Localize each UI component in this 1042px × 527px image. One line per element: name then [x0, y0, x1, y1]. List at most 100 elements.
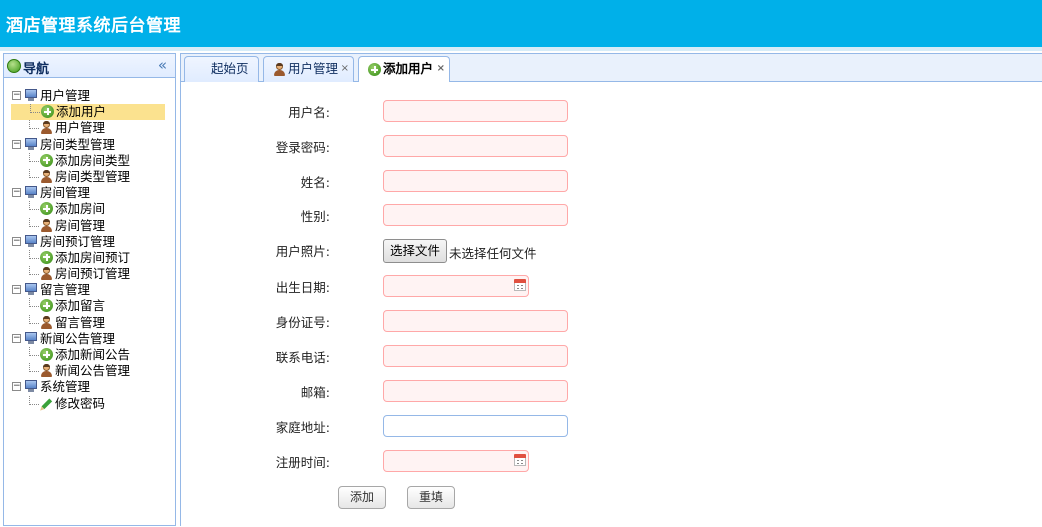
collapse-toggle-icon[interactable]: −	[12, 382, 21, 392]
tab-add-user[interactable]: 添加用户 ×	[358, 56, 450, 83]
choose-file-button[interactable]: 选择文件	[383, 239, 448, 263]
reset-button[interactable]: 重填	[407, 486, 455, 509]
tree-item[interactable]: 添加房间	[10, 201, 165, 217]
tab-user-management-label: 用户管理	[288, 61, 339, 76]
user-hair	[43, 218, 50, 222]
collapse-toggle-icon[interactable]: −	[12, 333, 21, 343]
tree-item-label: 添加房间类型	[55, 152, 131, 168]
user-icon	[40, 364, 53, 378]
computer-screen	[25, 186, 37, 196]
close-icon[interactable]: ×	[437, 57, 445, 81]
computer-stand	[28, 292, 34, 296]
tree-item-label: 房间管理	[55, 217, 106, 233]
computer-stand	[28, 243, 34, 247]
computer-screen	[25, 137, 37, 147]
collapse-toggle-icon[interactable]: −	[12, 285, 21, 295]
name-label: 姓名:	[300, 175, 330, 190]
tab-home[interactable]: 起始页	[184, 56, 259, 82]
tab-home-label: 起始页	[211, 61, 249, 76]
gender-label: 性别:	[300, 209, 330, 224]
computer-stand	[28, 340, 34, 344]
computer-icon	[24, 186, 38, 199]
address-label: 家庭地址:	[275, 420, 330, 435]
tree-item[interactable]: 添加新闻公告	[10, 347, 165, 363]
tree-connector	[29, 298, 39, 308]
birthday-input[interactable]	[383, 275, 529, 297]
computer-stand	[28, 146, 34, 150]
idcard-input[interactable]	[383, 310, 568, 332]
tree-item-label: 留言管理	[55, 314, 106, 330]
collapse-toggle-icon[interactable]: −	[12, 236, 21, 246]
user-hair	[43, 169, 50, 173]
add-button[interactable]: 添加	[338, 486, 386, 509]
password-input[interactable]	[383, 135, 568, 157]
add-icon	[41, 105, 54, 119]
tree-item[interactable]: 房间管理	[10, 217, 165, 234]
tree-item[interactable]: 用户管理	[10, 120, 165, 136]
tree-item[interactable]: 添加用户	[11, 104, 165, 121]
add-icon	[368, 63, 381, 76]
tree-item[interactable]: 房间类型管理	[10, 168, 165, 185]
tree-item-label: 房间预订管理	[55, 266, 131, 282]
tree-group[interactable]: − 房间预订管理	[10, 234, 165, 250]
tree-group[interactable]: − 房间管理	[10, 185, 165, 201]
tree-item[interactable]: 添加留言	[10, 298, 165, 314]
tree-item[interactable]: 添加房间类型	[10, 152, 165, 169]
tree-item-label: 添加用户	[56, 104, 107, 120]
globe-icon	[7, 59, 21, 73]
regtime-input[interactable]	[383, 450, 529, 472]
user-icon	[40, 218, 53, 232]
collapse-icon[interactable]: «	[158, 56, 167, 74]
computer-screen	[25, 283, 37, 293]
email-input[interactable]	[383, 380, 568, 402]
photo-label: 用户照片:	[275, 244, 330, 259]
phone-input[interactable]	[383, 345, 568, 367]
header-divider	[0, 47, 1042, 51]
tab-user-management[interactable]: 用户管理 ×	[263, 56, 354, 82]
computer-screen	[25, 234, 37, 244]
computer-icon	[24, 331, 38, 345]
tree-group-label: 房间预订管理	[40, 233, 116, 249]
tree-group-label: 系统管理	[40, 379, 91, 395]
main-panel: 起始页 用户管理 × 添加用户 × 用户名: 登录密码: 姓名: 性别: 用户照…	[180, 53, 1042, 527]
tree-item[interactable]: 房间预订管理	[10, 266, 165, 282]
sidebar-header: 导航 «	[4, 54, 175, 78]
collapse-toggle-icon[interactable]: −	[12, 188, 21, 198]
app-title: 酒店管理系统后台管理	[6, 16, 181, 36]
tree-item[interactable]: 留言管理	[10, 314, 165, 331]
tree-group[interactable]: − 房间类型管理	[10, 137, 165, 153]
tree-item-label: 用户管理	[55, 120, 106, 136]
tree-group[interactable]: − 用户管理	[10, 88, 165, 104]
user-icon	[40, 121, 53, 135]
pencil-icon	[37, 394, 55, 412]
idcard-label: 身份证号:	[275, 315, 330, 330]
tree-connector	[29, 266, 39, 276]
tree-group-label: 房间管理	[40, 185, 91, 201]
user-body	[41, 225, 52, 232]
address-input[interactable]	[383, 415, 568, 437]
tree-group[interactable]: − 新闻公告管理	[10, 331, 165, 347]
tree-item-label: 添加新闻公告	[55, 347, 131, 362]
tree-group[interactable]: − 留言管理	[10, 282, 165, 298]
name-input[interactable]	[383, 170, 568, 192]
calendar-icon[interactable]	[512, 453, 528, 467]
username-input[interactable]	[383, 100, 568, 122]
user-body	[41, 176, 52, 183]
tree-item[interactable]: 添加房间预订	[10, 249, 165, 266]
user-icon	[40, 315, 53, 329]
tab-strip: 起始页 用户管理 × 添加用户 ×	[181, 54, 1042, 83]
tree-item[interactable]: 新闻公告管理	[10, 363, 165, 379]
close-icon[interactable]: ×	[341, 57, 349, 81]
user-hair	[43, 364, 50, 368]
gender-input[interactable]	[383, 204, 568, 226]
user-body	[41, 128, 52, 135]
user-icon	[273, 63, 286, 76]
collapse-toggle-icon[interactable]: −	[12, 139, 21, 149]
calendar-icon[interactable]	[512, 278, 528, 292]
add-icon	[40, 153, 53, 167]
tree-item[interactable]: 修改密码	[10, 394, 165, 412]
collapse-toggle-icon[interactable]: −	[12, 91, 21, 100]
sidebar-title: 导航	[23, 62, 50, 77]
computer-icon	[24, 234, 38, 248]
tree-group[interactable]: − 系统管理	[10, 379, 165, 395]
